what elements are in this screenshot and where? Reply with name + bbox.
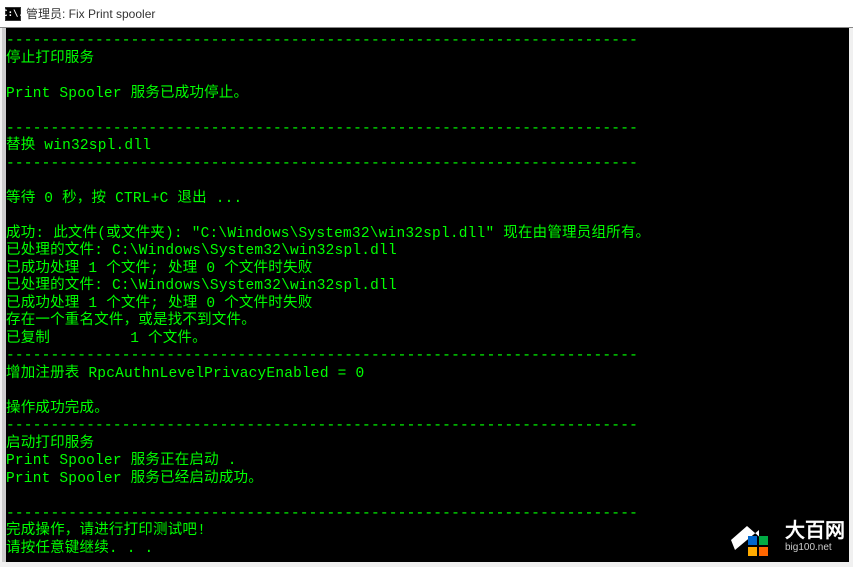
window-titlebar: C:\. 管理员: Fix Print spooler (0, 0, 853, 28)
cmd-icon: C:\. (5, 7, 21, 21)
terminal-output[interactable]: ----------------------------------------… (2, 28, 849, 562)
window-title: 管理员: Fix Print spooler (26, 5, 155, 22)
